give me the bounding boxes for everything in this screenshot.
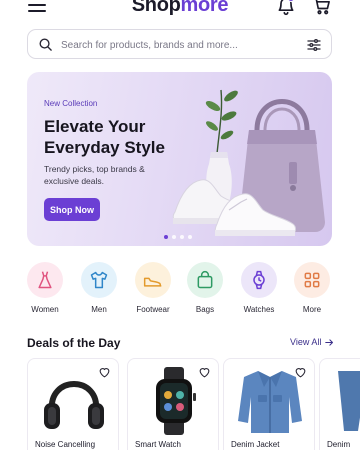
deal-name: Noise Cancelling: [35, 440, 96, 449]
category-footwear[interactable]: Footwear: [126, 262, 180, 318]
category-row: Women Men Footwear Bags Watches More: [0, 262, 360, 322]
search-bar: [27, 29, 332, 59]
category-icon-circle: [294, 262, 330, 298]
cart-icon[interactable]: [312, 0, 332, 16]
jacket-icon: [238, 371, 302, 433]
search-input[interactable]: [61, 35, 297, 55]
category-bags[interactable]: Bags: [178, 262, 232, 318]
arrow-right-icon: [325, 338, 334, 346]
banner-product-image: [172, 89, 325, 236]
pagination-dot-2[interactable]: [172, 235, 176, 239]
category-more[interactable]: More: [285, 262, 339, 318]
grid-icon: [304, 272, 320, 288]
banner-pagination: [164, 235, 192, 239]
view-all-link[interactable]: View All: [290, 337, 334, 347]
category-label: More: [302, 305, 322, 314]
shop-now-button[interactable]: Shop Now: [44, 198, 100, 221]
brand-name-part-2: more: [180, 0, 229, 16]
category-watches[interactable]: Watches: [232, 262, 286, 318]
watch-icon: [253, 270, 265, 290]
bell-icon[interactable]: [276, 0, 296, 16]
pagination-dot-4[interactable]: [188, 235, 192, 239]
section-title: Deals of the Day: [27, 336, 121, 350]
brand-logo: Shopmore: [0, 0, 360, 17]
jeans-icon: [338, 371, 360, 431]
deal-name: Smart Watch: [135, 440, 181, 449]
category-icon-circle: [241, 262, 277, 298]
headphones-icon: [44, 381, 104, 429]
category-label: Women: [31, 305, 59, 314]
category-icon-circle: [135, 262, 171, 298]
pagination-dot-3[interactable]: [180, 235, 184, 239]
deal-card[interactable]: Noise Cancelling: [27, 358, 119, 450]
category-women[interactable]: Women: [18, 262, 72, 318]
filter-sliders-icon[interactable]: [306, 37, 322, 53]
promo-banner[interactable]: New Collection Elevate Your Everyday Sty…: [27, 72, 332, 246]
category-label: Men: [91, 305, 107, 314]
dress-icon: [38, 271, 52, 289]
deal-card[interactable]: Smart Watch: [127, 358, 219, 450]
category-label: Bags: [195, 305, 215, 314]
deal-name: Denim: [327, 440, 351, 449]
banner-tag: New Collection: [44, 99, 98, 108]
deal-name: Denim Jacket: [231, 440, 280, 449]
category-icon-circle: [187, 262, 223, 298]
category-label: Watches: [243, 305, 275, 314]
category-icon-circle: [27, 262, 63, 298]
top-app-bar: Shopmore: [0, 0, 360, 20]
tshirt-icon: [90, 271, 108, 289]
deal-card[interactable]: Denim: [319, 358, 360, 450]
deal-card[interactable]: Denim Jacket: [223, 358, 315, 450]
brand-name-part-1: Shop: [131, 0, 181, 16]
category-label: Footwear: [136, 305, 170, 314]
search-icon[interactable]: [38, 37, 53, 52]
category-men[interactable]: Men: [72, 262, 126, 318]
bag-icon: [197, 271, 213, 289]
pagination-dot-1[interactable]: [164, 235, 168, 239]
view-all-label: View All: [290, 337, 322, 347]
category-icon-circle: [81, 262, 117, 298]
shoe-icon: [143, 277, 162, 287]
smartwatch-icon: [156, 367, 196, 435]
home-screen: Shopmore New Collection Elevate Your Eve: [0, 0, 360, 450]
